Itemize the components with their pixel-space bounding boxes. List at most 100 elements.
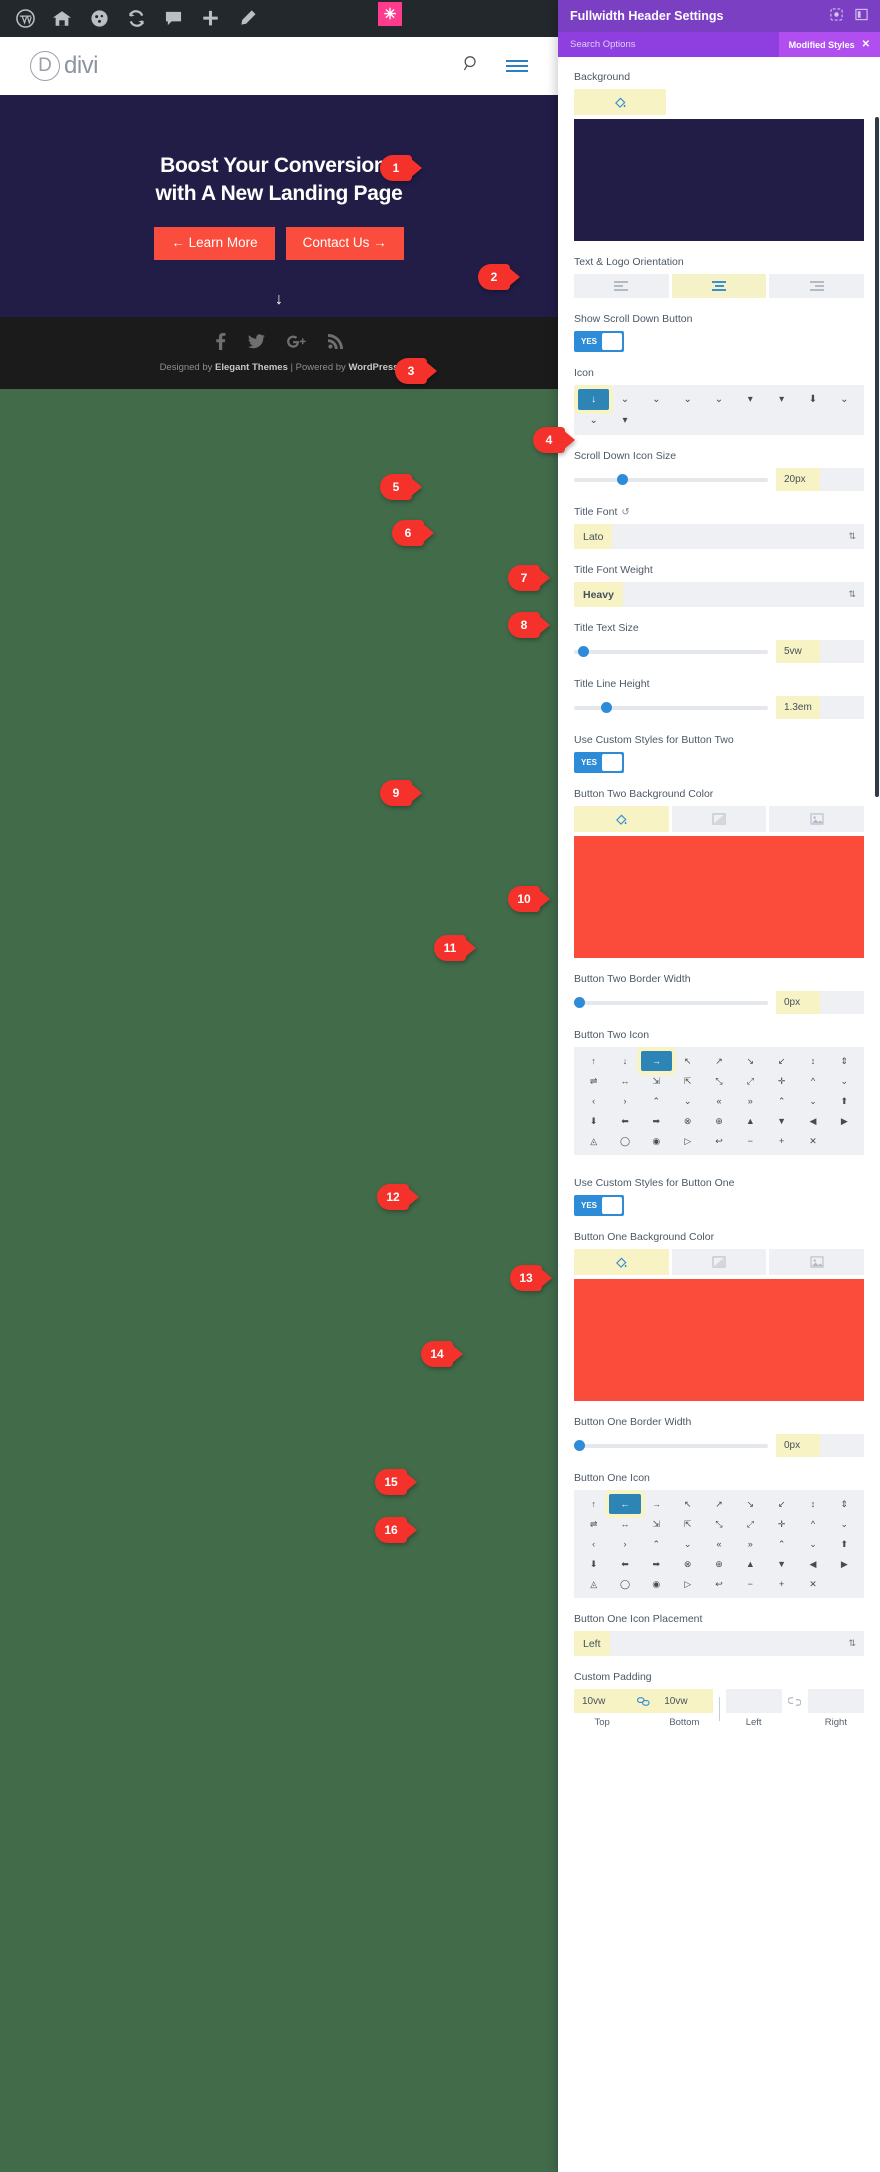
chevron-right-icon[interactable]: › bbox=[609, 1534, 640, 1554]
x-icon[interactable]: ✕ bbox=[797, 1574, 828, 1594]
double-chevron-down2-icon[interactable]: ⌄ bbox=[672, 1091, 703, 1111]
arrow-down-icon[interactable]: ↓ bbox=[609, 1051, 640, 1071]
caret-up-filled-icon[interactable]: ▲ bbox=[735, 1554, 766, 1574]
circle-chevron-up-icon[interactable]: ⌃ bbox=[766, 1091, 797, 1111]
circle-chevron-down2-icon[interactable]: ⌄ bbox=[797, 1534, 828, 1554]
arrows-updown-icon[interactable]: ⇕ bbox=[829, 1051, 860, 1071]
settings-scroll-area[interactable]: Background Text & Logo Orientation Show … bbox=[558, 57, 880, 2172]
arrow-down-left-icon[interactable]: ↙ bbox=[766, 1494, 797, 1514]
double-chevron-right-icon[interactable]: » bbox=[735, 1091, 766, 1111]
align-left-option[interactable] bbox=[574, 274, 669, 298]
arrows-horizontal-icon[interactable]: ↔ bbox=[609, 1071, 640, 1091]
arrows-expand-icon[interactable]: ⤢ bbox=[735, 1071, 766, 1091]
asterisk-icon[interactable]: ✳ bbox=[378, 2, 402, 26]
arrow-down-right-icon[interactable]: ↘ bbox=[735, 1051, 766, 1071]
hero-button-one[interactable]: ← Learn More bbox=[154, 226, 275, 260]
move-icon[interactable]: ✛ bbox=[766, 1514, 797, 1534]
title-text-size-field[interactable]: 5vw bbox=[776, 640, 864, 663]
arrow-back-icon[interactable]: ↩ bbox=[703, 1131, 734, 1151]
button-two-gradient-tab[interactable] bbox=[671, 806, 767, 832]
circle-caret-down-icon[interactable]: ▾ bbox=[766, 389, 797, 410]
filled-circle-caret-down-icon[interactable]: ▾ bbox=[609, 410, 640, 431]
chevron-down-icon[interactable]: ⌄ bbox=[609, 389, 640, 410]
arrows-expand-icon[interactable]: ⤢ bbox=[735, 1514, 766, 1534]
caret-down-icon[interactable]: ▾ bbox=[735, 389, 766, 410]
arrow-up-left-icon[interactable]: ↖ bbox=[672, 1494, 703, 1514]
double-chevron-down-icon[interactable]: ⌄ bbox=[641, 389, 672, 410]
scroll-icon-size-slider[interactable] bbox=[574, 473, 768, 485]
arrows-collapse-icon[interactable]: ⤡ bbox=[703, 1071, 734, 1091]
filled-circle-arrow-down-icon[interactable]: ⬇ bbox=[797, 389, 828, 410]
arrows-swap-icon[interactable]: ⇌ bbox=[578, 1071, 609, 1091]
arrow-down-right-icon[interactable]: ↘ bbox=[735, 1494, 766, 1514]
circle-play-icon[interactable]: ▷ bbox=[672, 1574, 703, 1594]
chevron-down-small-icon[interactable]: ⌄ bbox=[829, 1514, 860, 1534]
arrow-down-icon[interactable]: ↓ bbox=[578, 389, 610, 410]
title-font-weight-select[interactable]: Heavy ⇅ bbox=[574, 582, 864, 607]
chevron-left-icon[interactable]: ‹ bbox=[578, 1534, 609, 1554]
arrow-up-icon[interactable]: ↑ bbox=[578, 1494, 609, 1514]
title-line-height-field[interactable]: 1.3em bbox=[776, 696, 864, 719]
button-one-icon-placement-select[interactable]: Left ⇅ bbox=[574, 1631, 864, 1656]
arrow-left-icon[interactable]: ← bbox=[609, 1494, 641, 1514]
caret-right-filled-icon[interactable]: ▶ bbox=[829, 1554, 860, 1574]
title-line-height-slider[interactable] bbox=[574, 701, 768, 713]
arrow-back-icon[interactable]: ↩ bbox=[703, 1574, 734, 1594]
double-chevron-left-icon[interactable]: « bbox=[703, 1534, 734, 1554]
circle-play-icon[interactable]: ▷ bbox=[672, 1131, 703, 1151]
button-two-icon-picker[interactable]: ↑ ↓ → ↖ ↗ ↘ ↙ ↕ ⇕ ⇌ ↔ ⇲ ⇱ ⤡ ⤢ ✛ ^ ⌄ ‹ › … bbox=[574, 1047, 864, 1155]
caret-down-filled-icon[interactable]: ▼ bbox=[766, 1554, 797, 1574]
comment-icon[interactable] bbox=[156, 0, 190, 37]
custom-button-one-toggle[interactable]: YES bbox=[574, 1195, 624, 1216]
button-one-color-swatch[interactable] bbox=[574, 1279, 864, 1401]
pencil-icon[interactable] bbox=[230, 0, 264, 37]
double-chevron-left-icon[interactable]: « bbox=[703, 1091, 734, 1111]
credit-brand-one[interactable]: Elegant Themes bbox=[215, 362, 288, 373]
arrow-down-left-icon[interactable]: ↙ bbox=[766, 1051, 797, 1071]
caret-right-filled-icon[interactable]: ▶ bbox=[829, 1111, 860, 1131]
background-color-tab[interactable] bbox=[574, 89, 666, 115]
hero-button-two[interactable]: Contact Us → bbox=[285, 226, 404, 260]
circle-caret-down2-icon[interactable]: ◯ bbox=[609, 1574, 640, 1594]
circle-arrow-right-icon[interactable]: ➡ bbox=[641, 1111, 672, 1131]
padding-bottom-input[interactable]: 10vw bbox=[656, 1689, 713, 1713]
circle-double-chevron-down-alt-icon[interactable]: ⌄ bbox=[578, 410, 609, 431]
divi-logo[interactable]: D divi bbox=[30, 51, 99, 81]
caret-down-filled-icon[interactable]: ▼ bbox=[766, 1111, 797, 1131]
circle-chevron-down-icon[interactable]: ⌄ bbox=[672, 389, 703, 410]
circle-arrow-right-icon[interactable]: ➡ bbox=[641, 1554, 672, 1574]
circle-arrow-down-icon[interactable]: ⬇ bbox=[578, 1554, 609, 1574]
minus-icon[interactable]: − bbox=[735, 1131, 766, 1151]
circle-caret-up-icon[interactable]: ◬ bbox=[578, 1574, 609, 1594]
facebook-icon[interactable] bbox=[215, 333, 226, 353]
caret-up-filled-icon[interactable]: ▲ bbox=[735, 1111, 766, 1131]
arrows-vertical-icon[interactable]: ↕ bbox=[797, 1051, 828, 1071]
button-two-border-slider[interactable] bbox=[574, 996, 768, 1008]
button-one-image-tab[interactable] bbox=[769, 1249, 865, 1275]
circle-arrow-down-icon[interactable]: ⬇ bbox=[578, 1111, 609, 1131]
circle-arrow-left-icon[interactable]: ⬅ bbox=[609, 1554, 640, 1574]
button-one-border-field[interactable]: 0px bbox=[776, 1434, 864, 1457]
google-plus-icon[interactable] bbox=[286, 335, 306, 352]
title-font-select[interactable]: Lato ⇅ bbox=[574, 524, 864, 549]
credit-brand-two[interactable]: WordPress bbox=[348, 362, 398, 373]
search-icon[interactable] bbox=[463, 55, 480, 77]
layout-icon[interactable] bbox=[855, 8, 868, 24]
title-text-size-slider[interactable] bbox=[574, 645, 768, 657]
arrow-right-icon[interactable]: → bbox=[640, 1051, 672, 1071]
scroll-down-arrow-icon[interactable]: ↓ bbox=[275, 291, 283, 309]
padding-top-input[interactable]: 10vw bbox=[574, 1689, 631, 1713]
arrows-vertical-icon[interactable]: ↕ bbox=[797, 1494, 828, 1514]
wordpress-icon[interactable] bbox=[8, 0, 42, 37]
chevron-up-icon[interactable]: ^ bbox=[797, 1514, 828, 1534]
arrow-up-left-icon[interactable]: ↖ bbox=[672, 1051, 703, 1071]
reset-icon[interactable]: ↺ bbox=[621, 507, 629, 518]
close-icon[interactable]: ✕ bbox=[862, 39, 870, 50]
chevron-up-icon[interactable]: ^ bbox=[797, 1071, 828, 1091]
circle-arrow-up-icon[interactable]: ⬆ bbox=[829, 1091, 860, 1111]
align-right-option[interactable] bbox=[769, 274, 865, 298]
arrow-diag-down-icon[interactable]: ⇲ bbox=[641, 1514, 672, 1534]
double-chevron-down2-icon[interactable]: ⌄ bbox=[672, 1534, 703, 1554]
hamburger-icon[interactable] bbox=[506, 60, 528, 72]
circle-plus-icon[interactable]: ⊕ bbox=[703, 1111, 734, 1131]
